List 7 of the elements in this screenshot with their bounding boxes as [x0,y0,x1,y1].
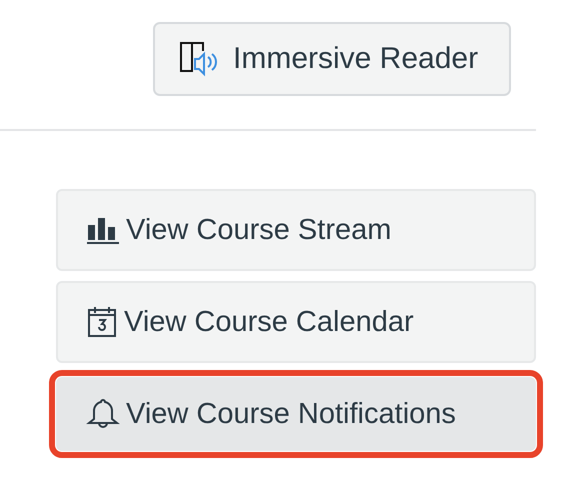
course-view-button[interactable]: View Course Calendar [56,281,536,363]
calendar-icon [86,306,118,338]
immersive-reader-button[interactable]: Immersive Reader [153,22,511,96]
book-speaker-icon [179,41,219,77]
bell-icon [86,398,120,430]
course-view-button[interactable]: View Course Stream [56,189,536,271]
bar-chart-icon [86,215,120,245]
